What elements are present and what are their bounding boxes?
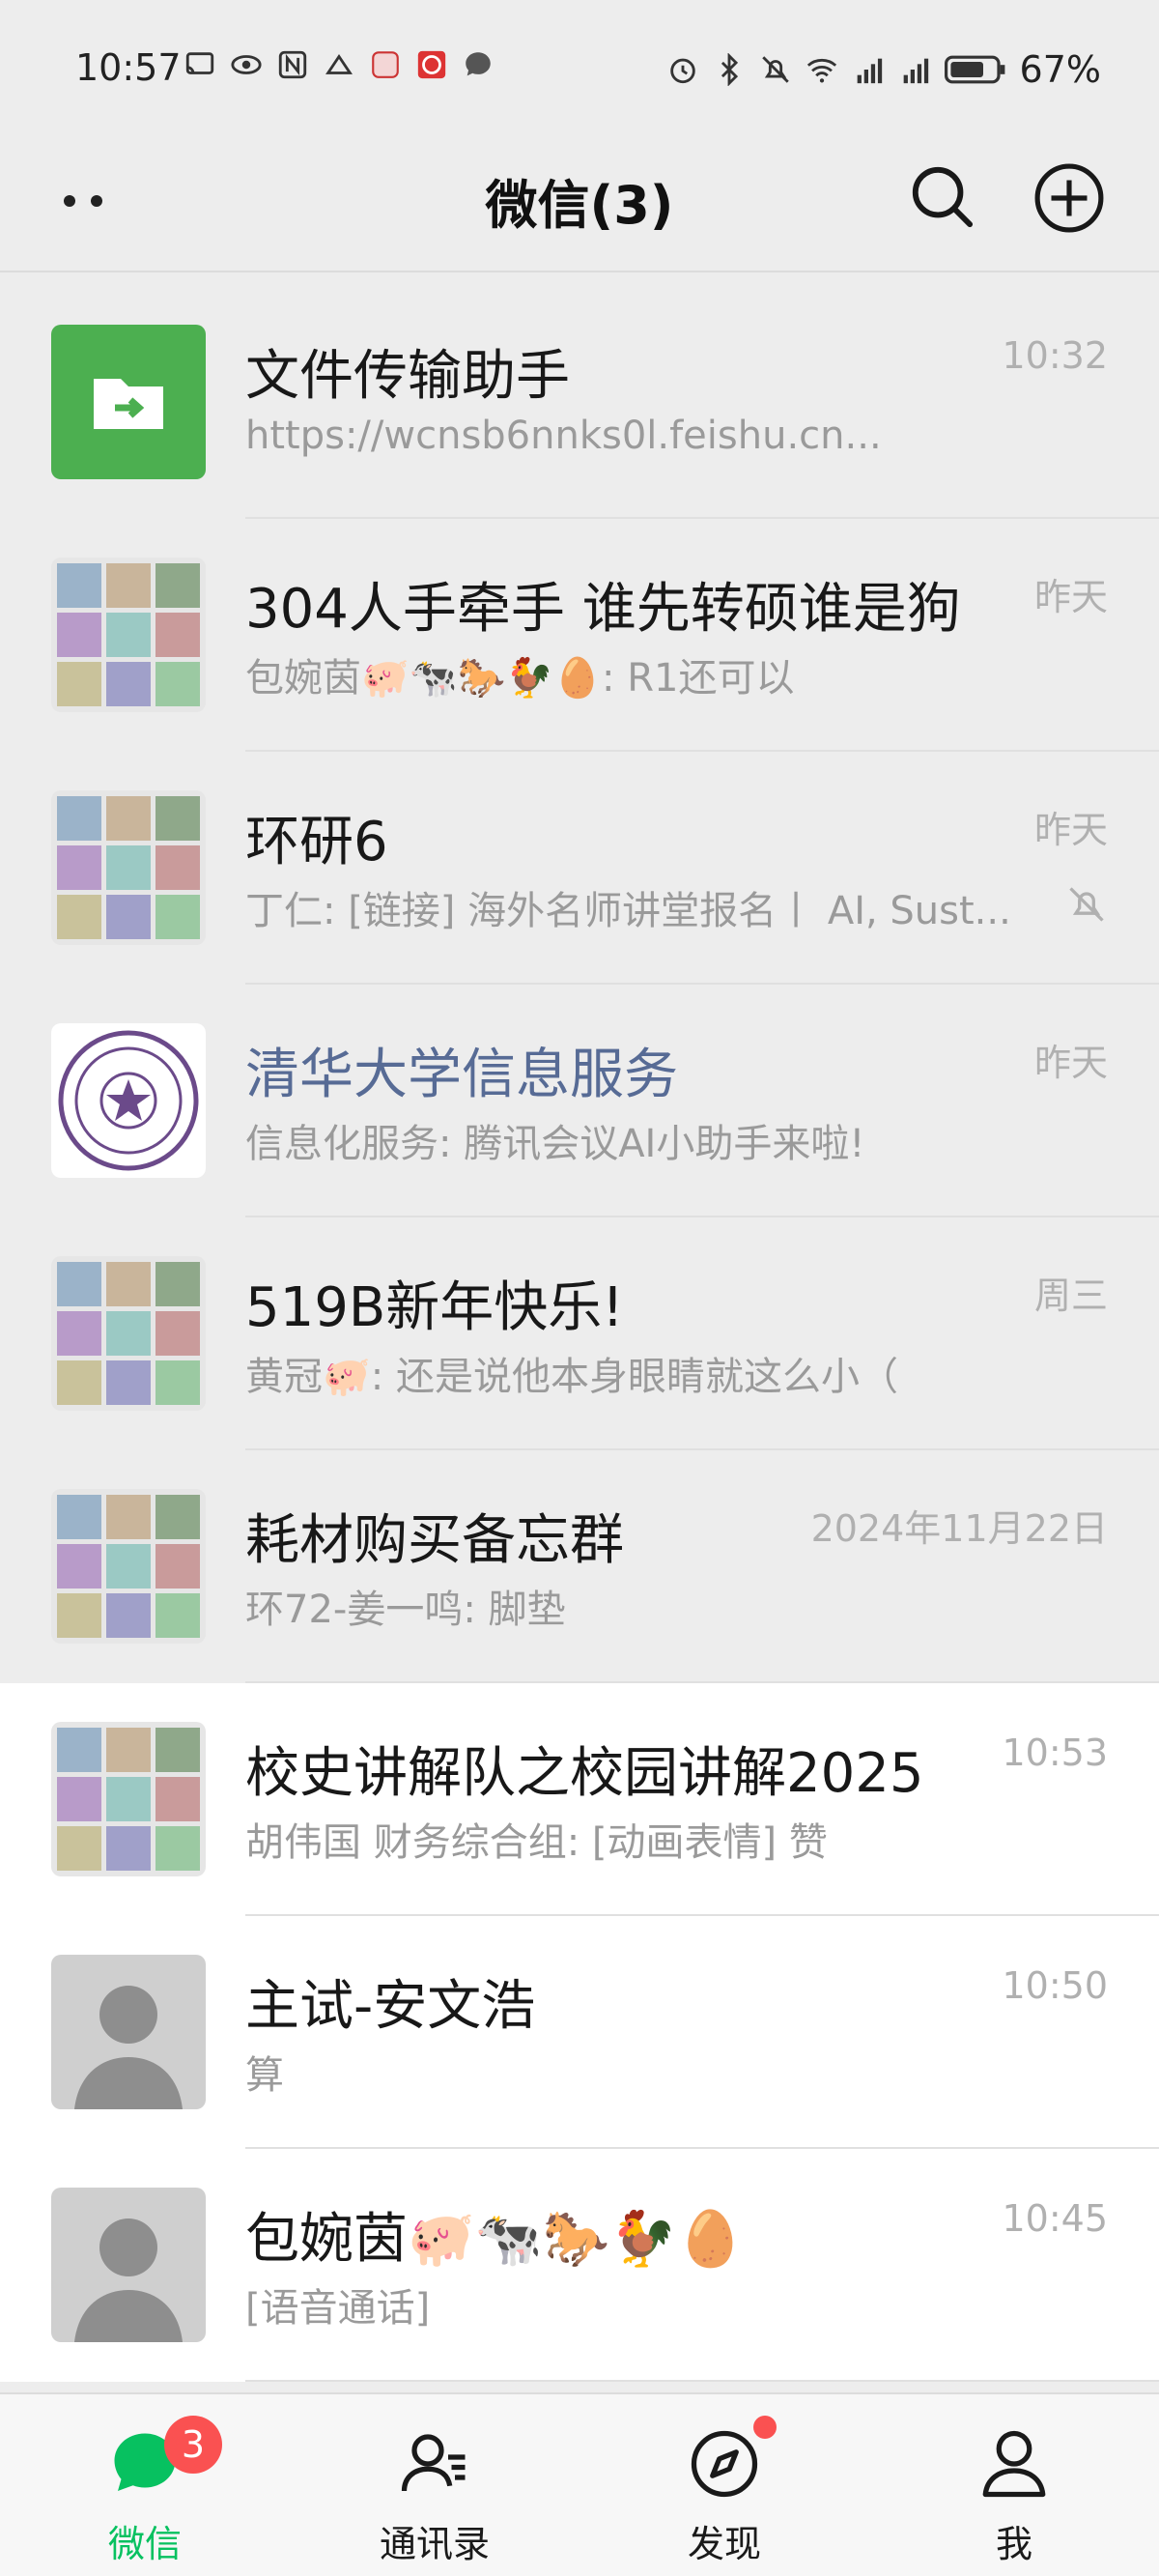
chat-row[interactable]: 清华大学信息服务信息化服务: 腾讯会议AI小助手来啦! 昨天 xyxy=(0,985,1159,1217)
alarm-icon xyxy=(669,58,695,84)
chat-time: 10:45 xyxy=(1002,2197,1108,2240)
compass-icon xyxy=(691,2430,758,2498)
search-icon[interactable] xyxy=(908,162,975,230)
chat-time: 10:32 xyxy=(1002,334,1108,377)
page-title: 微信(3) xyxy=(485,175,674,236)
bottom-tab-bar: 3 微信 通讯录 发现 我 xyxy=(0,2392,1159,2576)
chat-row[interactable]: 环研6 丁仁: [链接] 海外名师讲堂报名丨 AI, Sust... 昨天 xyxy=(0,752,1159,985)
silent-icon xyxy=(761,56,789,83)
chat-time: 10:50 xyxy=(1002,1964,1108,2007)
chat-preview: 黄冠🐖: 还是说他本身眼睛就这么小（ xyxy=(245,1355,898,1399)
avatar[interactable] xyxy=(51,1489,206,1644)
reddot-badge xyxy=(753,2416,777,2439)
chat-name: 耗材购买备忘群 xyxy=(245,1509,624,1572)
tab-label: 我 xyxy=(995,2523,1032,2565)
tab-chats[interactable]: 3 微信 xyxy=(0,2394,290,2576)
chat-name: 环研6 xyxy=(245,811,388,873)
chat-preview: 信息化服务: 腾讯会议AI小助手来啦! xyxy=(245,1122,865,1166)
chat-time: 昨天 xyxy=(1033,1042,1108,1084)
chat-preview: 胡伟国 财务综合组: [动画表情] 赞 xyxy=(245,1820,828,1865)
bluetooth-icon xyxy=(721,53,738,86)
chat-preview: https://wcnsb6nnks0l.feishu.cn... xyxy=(245,414,882,458)
chat-row[interactable]: 304人手牵手 谁先转硕谁是狗包婉茵🐖🐄🐎🐓🥚: R1还可以 昨天 xyxy=(0,519,1159,752)
chat-row[interactable]: 校史讲解队之校园讲解2025 胡伟国 财务综合组: [动画表情] 赞 10:53 xyxy=(0,1683,1159,1916)
chat-preview: 包婉茵🐖🐄🐎🐓🥚: R1还可以 xyxy=(245,656,795,701)
status-time: 10:57 xyxy=(75,46,182,89)
unread-badge: 3 xyxy=(164,2416,222,2474)
chat-time: 昨天 xyxy=(1033,809,1108,851)
tab-me[interactable]: 我 xyxy=(869,2394,1159,2576)
app-icon xyxy=(372,51,399,78)
battery-percent: 67% xyxy=(1019,48,1101,91)
avatar[interactable] xyxy=(51,2188,206,2342)
tab-label: 发现 xyxy=(687,2523,761,2565)
status-left-icons xyxy=(184,48,495,81)
eye-icon xyxy=(231,55,262,74)
chat-preview: [语音通话] xyxy=(245,2286,431,2331)
chat-row[interactable]: 包婉茵🐖🐄🐎🐓🥚 [语音通话] 10:45 xyxy=(0,2149,1159,2382)
avatar[interactable] xyxy=(51,1256,206,1411)
app-icon xyxy=(325,53,353,74)
chat-name: 主试-安文浩 xyxy=(245,1975,536,2038)
avatar[interactable] xyxy=(51,790,206,945)
chat-preview: 算 xyxy=(245,2053,284,2098)
app-icon xyxy=(417,50,446,79)
tab-contacts[interactable]: 通讯录 xyxy=(290,2394,580,2576)
chat-row[interactable]: 文件传输助手 https://wcnsb6nnks0l.feishu.cn... 1… xyxy=(0,286,1159,519)
chat-name: 清华大学信息服务 xyxy=(245,1044,678,1106)
chat-row[interactable]: 主试-安文浩算 10:50 xyxy=(0,1916,1159,2149)
tab-label: 通讯录 xyxy=(379,2523,490,2565)
top-nav-bar: 微信(3) xyxy=(0,135,1159,272)
chat-row[interactable]: 519B新年快乐! 黄冠🐖: 还是说他本身眼睛就这么小（ 周三 xyxy=(0,1217,1159,1450)
signal-5g-icon xyxy=(857,58,882,84)
chat-time: 周三 xyxy=(1033,1274,1108,1317)
avatar[interactable] xyxy=(51,1023,206,1178)
chat-preview: 丁仁: [链接] 海外名师讲堂报名丨 AI, Sust... xyxy=(245,889,1011,933)
tab-discover[interactable]: 发现 xyxy=(580,2394,869,2576)
add-icon[interactable] xyxy=(1033,162,1105,234)
signal-5g-icon xyxy=(903,58,928,84)
avatar[interactable] xyxy=(51,558,206,712)
chat-name: 包婉茵🐖🐄🐎🐓🥚 xyxy=(245,2208,745,2271)
avatar[interactable] xyxy=(51,325,206,479)
chat-row[interactable]: 耗材购买备忘群环72-姜一鸣: 脚垫 2024年11月22日 xyxy=(0,1450,1159,1683)
contacts-icon xyxy=(401,2434,466,2492)
avatar[interactable] xyxy=(51,1722,206,1876)
chat-name: 519B新年快乐! xyxy=(245,1276,624,1339)
chat-bubble-icon xyxy=(466,52,491,76)
chat-preview: 环72-姜一鸣: 脚垫 xyxy=(245,1588,566,1632)
status-right: 67% xyxy=(666,48,1101,91)
chat-time: 10:53 xyxy=(1002,1732,1108,1774)
chat-time: 昨天 xyxy=(1033,576,1108,618)
tab-label: 微信 xyxy=(107,2523,182,2565)
status-bar: 10:57 67% xyxy=(0,0,1159,135)
nfc-icon xyxy=(278,50,307,79)
chat-name: 校史讲解队之校园讲解2025 xyxy=(245,1742,924,1805)
battery-icon xyxy=(944,55,1004,84)
avatar[interactable] xyxy=(51,1955,206,2109)
chat-name: 文件传输助手 xyxy=(245,345,570,408)
cast-icon xyxy=(185,52,214,74)
wifi-icon xyxy=(806,58,836,83)
chat-list: 文件传输助手 https://wcnsb6nnks0l.feishu.cn... 1… xyxy=(0,286,1159,2382)
chat-time: 2024年11月22日 xyxy=(810,1507,1108,1550)
chat-name: 304人手牵手 谁先转硕谁是狗 xyxy=(245,578,961,641)
person-icon xyxy=(982,2430,1046,2498)
divider xyxy=(245,2380,1159,2382)
mute-bell-icon xyxy=(1069,887,1104,922)
